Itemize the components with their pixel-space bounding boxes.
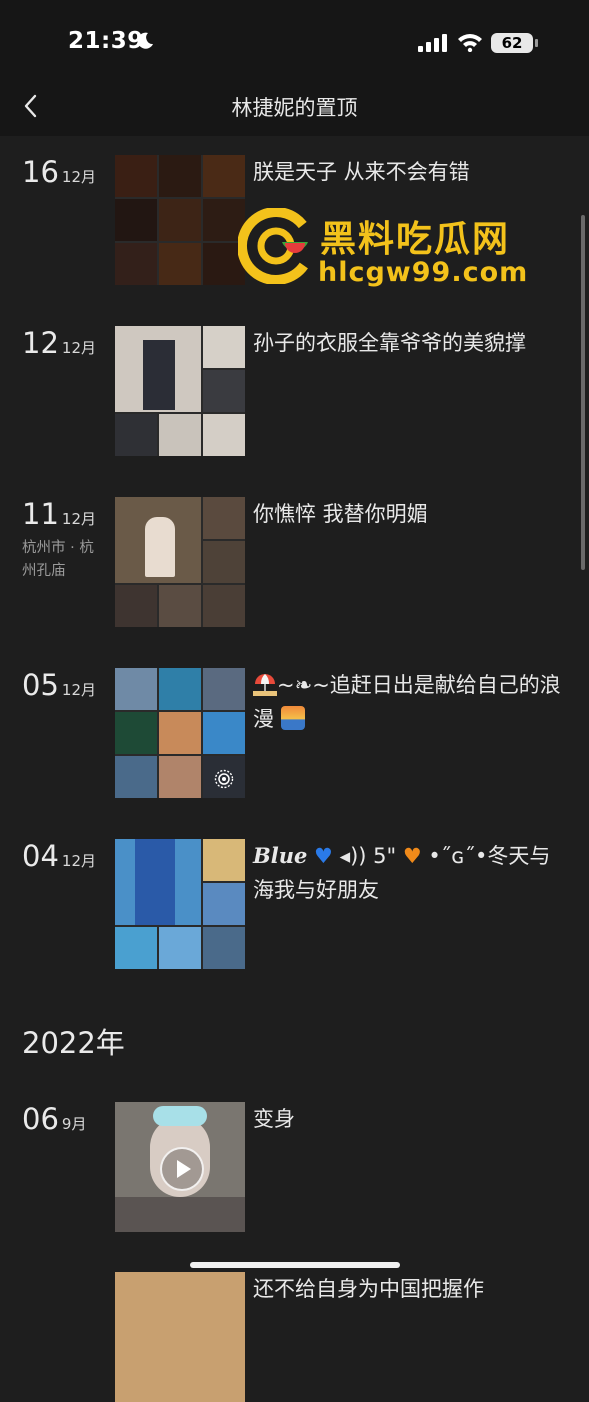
- post-date: 12 12月: [22, 326, 96, 360]
- status-bar: 21:39 62: [0, 0, 589, 80]
- post-thumbnail[interactable]: [115, 155, 245, 285]
- post-location: 杭州市 · 杭州孔庙: [22, 540, 94, 579]
- post-thumbnail[interactable]: [115, 668, 245, 798]
- post-caption: 孙子的衣服全靠爷爷的美貌撑: [253, 331, 526, 355]
- orange-heart-icon: ♥: [402, 844, 422, 868]
- watermark-name: 黑料吃瓜网: [320, 219, 511, 260]
- post-date: 04 12月: [22, 839, 96, 873]
- wifi-icon: [458, 34, 482, 52]
- signal-icon: [418, 34, 447, 52]
- post-thumbnail[interactable]: [115, 1102, 245, 1232]
- battery-indicator: 62: [491, 33, 538, 53]
- status-time: 21:39: [68, 28, 144, 54]
- post-thumbnail[interactable]: [115, 839, 245, 969]
- post-thumbnail[interactable]: [115, 497, 245, 627]
- watermark-logo: [238, 208, 314, 284]
- watermark-url: hlcgw99.com: [318, 257, 529, 288]
- post-caption: 还不给自身为中国把握作: [253, 1277, 484, 1301]
- home-indicator[interactable]: [190, 1262, 400, 1268]
- post-date: 05 12月: [22, 668, 96, 702]
- post-date: 06 9月: [22, 1102, 87, 1136]
- year-header: 2022年: [22, 1026, 125, 1060]
- play-icon[interactable]: [160, 1147, 204, 1191]
- post-caption: 你憔悴 我替你明媚: [253, 502, 428, 526]
- post-thumbnail[interactable]: [115, 1272, 245, 1402]
- post-thumbnail[interactable]: [115, 326, 245, 456]
- post-caption: 朕是天子 从来不会有错: [253, 160, 470, 184]
- scrollbar[interactable]: [581, 215, 585, 570]
- post-date: 16 12月: [22, 155, 96, 189]
- live-photo-icon: [214, 769, 234, 789]
- post-caption: Blue ♥ ◂)) 5" ♥ •˝ɢ˝•冬天与海我与好朋友: [253, 843, 551, 902]
- post-date: 11 12月: [22, 497, 96, 531]
- page-title: 林捷妮的置顶: [231, 96, 358, 120]
- beach-umbrella-icon: [253, 672, 277, 696]
- post-caption: 变身: [253, 1107, 295, 1131]
- sunrise-icon: [280, 706, 305, 730]
- moon-icon: [137, 32, 153, 49]
- blue-heart-icon: ♥: [314, 844, 333, 868]
- post-caption: ~❧~追赶日出是献给自己的浪漫: [253, 672, 561, 731]
- nav-bar: 林捷妮的置顶: [0, 80, 589, 136]
